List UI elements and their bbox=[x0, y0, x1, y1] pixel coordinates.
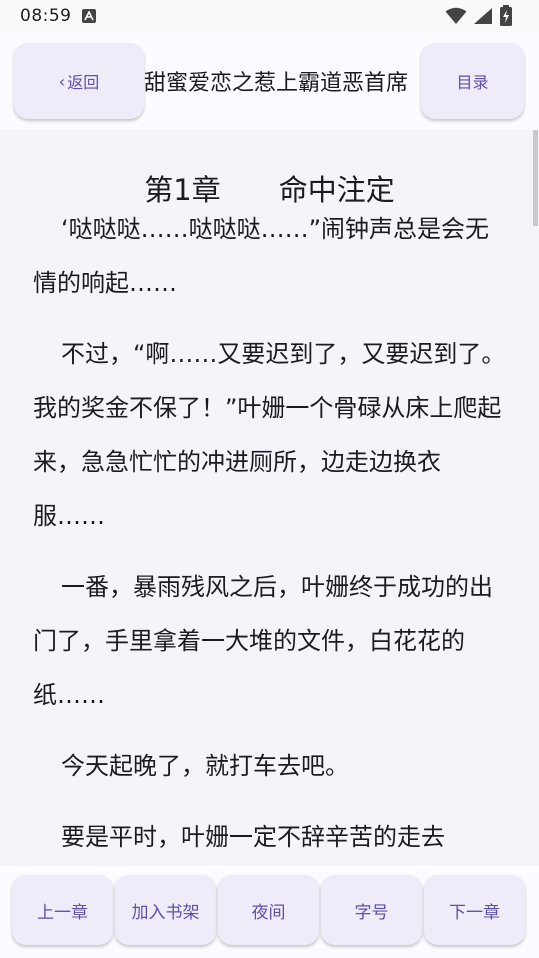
bottom-toolbar: 上一章 加入书架 夜间 字号 下一章 bbox=[0, 866, 539, 958]
next-chapter-button[interactable]: 下一章 bbox=[424, 875, 525, 945]
chevron-left-icon: ‹ bbox=[58, 71, 66, 91]
prev-chapter-button[interactable]: 上一章 bbox=[12, 875, 113, 945]
a-box-icon bbox=[81, 9, 96, 23]
toc-label: 目录 bbox=[456, 73, 489, 92]
paragraph: 不过，“啊……又要迟到了，又要迟到了。我的奖金不保了！”叶姗一个骨碌从床上爬起来… bbox=[33, 340, 506, 530]
paragraph: 一番，暴雨残风之后，叶姗终于成功的出门了，手里拿着一大堆的文件，白花花的纸…… bbox=[33, 573, 493, 709]
battery-icon bbox=[500, 5, 512, 26]
table-of-contents-button[interactable]: 目录 bbox=[421, 43, 524, 119]
font-size-button[interactable]: 字号 bbox=[321, 875, 422, 945]
status-time: 08:59 bbox=[20, 6, 72, 26]
chapter-text: ‘哒哒哒……哒哒哒……”闹钟声总是会无情的响起…… 不过，“啊……又要迟到了，又… bbox=[33, 202, 507, 866]
signal-icon bbox=[474, 8, 492, 24]
night-mode-button[interactable]: 夜间 bbox=[218, 875, 319, 945]
reader-header: 甜蜜爱恋之惹上霸道恶首席 ‹ 返回 目录 bbox=[0, 32, 539, 130]
back-button[interactable]: ‹ 返回 bbox=[14, 43, 144, 119]
wifi-icon bbox=[445, 7, 467, 24]
reader-content[interactable]: 第1章 命中注定 ‘哒哒哒……哒哒哒……”闹钟声总是会无情的响起…… 不过，“啊… bbox=[0, 130, 539, 866]
paragraph: 要是平时，叶姗一定不辞辛苦的走去 bbox=[61, 823, 445, 851]
book-title: 甜蜜爱恋之惹上霸道恶首席 bbox=[144, 71, 409, 96]
paragraph: 今天起晚了，就打车去吧。 bbox=[61, 752, 349, 780]
back-label: 返回 bbox=[67, 73, 100, 92]
paragraph: ‘哒哒哒……哒哒哒……”闹钟声总是会无情的响起…… bbox=[33, 215, 490, 297]
add-to-shelf-button[interactable]: 加入书架 bbox=[115, 875, 216, 945]
status-icons bbox=[445, 5, 513, 27]
status-bar: 08:59 bbox=[0, 0, 539, 32]
